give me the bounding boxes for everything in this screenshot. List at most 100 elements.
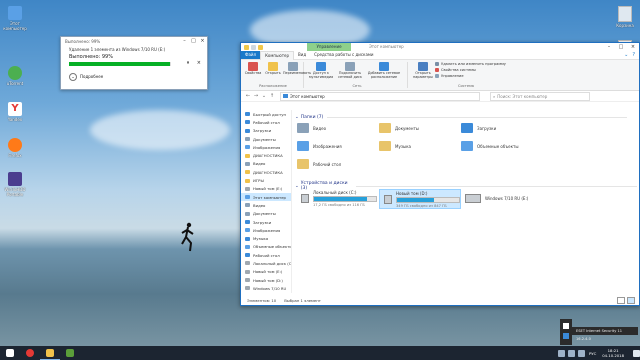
nav-item[interactable]: Рабочий стол <box>241 118 291 126</box>
add-network-location-button[interactable]: Добавить сетевое расположение <box>367 62 401 79</box>
maximize-button[interactable]: □ <box>615 43 627 51</box>
large-icons-view-icon[interactable] <box>627 296 635 304</box>
folder-item[interactable]: Изображения <box>297 141 342 151</box>
system-properties-button[interactable]: Свойства системы <box>435 68 476 72</box>
language-indicator[interactable]: РУС <box>589 351 596 356</box>
usb-icon[interactable] <box>563 323 569 329</box>
taskbar-app-yandex[interactable] <box>20 346 40 360</box>
nav-item[interactable]: Объемные объекты <box>241 243 291 251</box>
drive-label: Новый том (D:) <box>396 190 428 196</box>
address-bar[interactable]: Этот компьютер <box>280 91 480 101</box>
nav-item-label: Рабочий стол <box>253 252 280 258</box>
folder-item[interactable]: Загрузки <box>461 123 496 133</box>
nav-item[interactable]: Изображения <box>241 226 291 234</box>
nav-item-icon <box>245 170 250 175</box>
desktop-icon-computer[interactable]: Этот компьютер <box>2 6 28 31</box>
tab-file[interactable]: Файл <box>241 51 261 59</box>
notifications-icon[interactable] <box>633 349 640 357</box>
details-toggle[interactable]: ⌄ Подробнее <box>61 67 207 87</box>
up-arrow-icon[interactable]: ↑ <box>268 93 276 99</box>
folder-item[interactable]: Рабочий стол <box>297 159 341 169</box>
nav-item[interactable]: Документы <box>241 135 291 143</box>
nav-item[interactable]: ДИАГНОСТИКА <box>241 151 291 159</box>
close-button[interactable]: × <box>198 38 207 44</box>
properties-icon[interactable] <box>251 44 256 50</box>
group-header-folders[interactable]: ⌄ Папки (7) <box>295 115 627 120</box>
media-icon <box>316 62 326 71</box>
manage-button[interactable]: Управление <box>435 74 464 78</box>
nav-item[interactable]: Новый том (D:) <box>241 276 291 284</box>
nav-item[interactable]: Изображения <box>241 143 291 151</box>
nav-item[interactable]: Загрузки <box>241 218 291 226</box>
folder-item[interactable]: Документы <box>379 123 419 133</box>
tray-up-chevron-icon[interactable] <box>557 349 565 357</box>
desktop-icon-firefox[interactable]: Firefox <box>2 138 28 158</box>
close-button[interactable]: × <box>627 43 639 51</box>
drive-item[interactable]: Локальный диск (C:) 17,2 ГБ свободно из 1… <box>297 189 377 207</box>
drive-item[interactable]: Новый том (D:) 349 ГБ свободно из 847 ГБ <box>379 189 461 209</box>
clock[interactable]: 18:21 04.10.2018 <box>602 348 624 358</box>
rename-button[interactable]: Переименовать <box>283 62 311 75</box>
folder-item[interactable]: Видео <box>297 123 326 133</box>
minimize-button[interactable]: – <box>180 38 189 44</box>
new-folder-icon[interactable] <box>258 44 263 50</box>
nav-item[interactable]: Локальный диск (C:) <box>241 259 291 267</box>
volume-icon[interactable] <box>577 349 585 357</box>
tab-view[interactable]: Вид <box>294 51 310 59</box>
properties-button[interactable]: Свойства <box>243 62 263 75</box>
map-network-drive-button[interactable]: Подключить сетевой диск <box>335 62 365 79</box>
eset-icon[interactable] <box>563 333 569 339</box>
chevron-down-icon[interactable]: ⌄ <box>260 93 268 99</box>
nav-item-icon <box>245 253 250 258</box>
tab-computer[interactable]: Компьютер <box>260 50 295 60</box>
uninstall-program-button[interactable]: Удалить или изменить программу <box>435 62 506 66</box>
drive-item[interactable]: Windows 7/10 RU (E:) <box>461 189 541 207</box>
folder-item[interactable]: Музыка <box>379 141 411 151</box>
nav-item[interactable]: Музыка <box>241 234 291 242</box>
nav-item[interactable]: Рабочий стол <box>241 251 291 259</box>
nav-item[interactable]: Документы <box>241 210 291 218</box>
nav-item[interactable]: Новый том (E:) <box>241 268 291 276</box>
folder-icon[interactable] <box>244 44 249 50</box>
start-button[interactable] <box>0 346 20 360</box>
nav-item[interactable]: ИГРЫ <box>241 176 291 184</box>
details-view-icon[interactable] <box>617 296 625 304</box>
taskbar-app-minecraft[interactable] <box>60 346 80 360</box>
nav-item[interactable]: Быстрый доступ <box>241 110 291 118</box>
forward-arrow-icon[interactable]: → <box>252 93 260 99</box>
folder-item[interactable]: Объемные объекты <box>461 141 519 151</box>
desktop-icon-utorrent[interactable]: uTorrent <box>2 66 28 86</box>
hard-drive-icon <box>384 194 392 204</box>
desktop-icon-recycle-bin[interactable]: Корзина <box>612 6 638 28</box>
cancel-button[interactable]: × <box>197 60 201 66</box>
nav-item[interactable]: ДИАГНОСТИКА <box>241 168 291 176</box>
notification-toast[interactable]: ESET Internet Security 11 16.2.4.0 <box>572 327 638 341</box>
help-icon[interactable]: ? <box>632 52 635 58</box>
nav-item[interactable]: Windows 7/10 RU <box>241 284 291 292</box>
network-icon[interactable] <box>567 349 575 357</box>
minimize-button[interactable]: – <box>603 43 615 51</box>
pause-button[interactable]: ⏸ <box>187 60 190 66</box>
taskbar: РУС 18:21 04.10.2018 <box>0 346 640 360</box>
desktop-icon-yandex[interactable]: Y Yandex <box>2 102 28 122</box>
search-input[interactable]: ⌕ Поиск: Этот компьютер <box>490 91 590 101</box>
media-access-button[interactable]: Доступ к мультимедиа <box>309 62 333 79</box>
expand-ribbon-icon[interactable]: ⌄ <box>624 52 628 58</box>
back-arrow-icon[interactable]: ← <box>244 93 252 99</box>
nav-item[interactable]: Этот компьютер <box>241 192 291 202</box>
open-button[interactable]: Открыть <box>263 62 283 75</box>
nav-item[interactable]: Видео <box>241 160 291 168</box>
context-tab-manage[interactable]: Управление <box>307 43 351 51</box>
tab-disk-tools[interactable]: Средства работы с дисками <box>310 51 377 59</box>
quick-access-toolbar <box>241 44 265 50</box>
network-location-icon <box>379 62 389 71</box>
nav-item[interactable]: Новый том (E:) <box>241 185 291 193</box>
taskbar-app-explorer[interactable] <box>40 346 60 360</box>
nav-item[interactable]: Видео <box>241 201 291 209</box>
folder-icon <box>297 159 309 169</box>
nav-item[interactable]: Загрузки <box>241 127 291 135</box>
desktop-icon-wintohdd[interactable]: WinToHDD Portable <box>2 172 28 197</box>
open-settings-button[interactable]: Открыть параметры <box>413 62 433 79</box>
status-bar: Элементов: 10 Выбран 1 элемент <box>241 295 639 305</box>
maximize-button[interactable]: □ <box>189 38 198 44</box>
